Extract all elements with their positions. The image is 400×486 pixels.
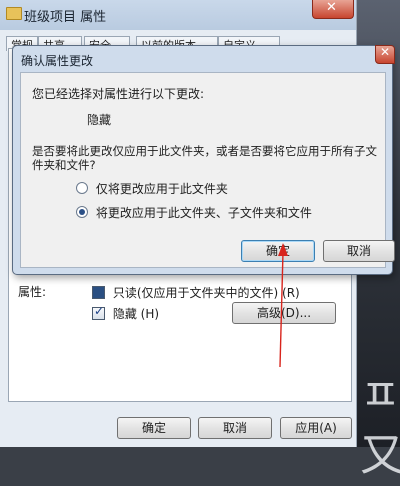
option-all-subfolders[interactable]: 将更改应用于此文件夹、子文件夹和文件	[76, 204, 312, 221]
dialog-close-button[interactable]: ✕	[375, 45, 395, 64]
background-glyph: ㅍ又	[360, 370, 400, 481]
hidden-label: 隐藏	[112, 307, 137, 321]
annotation-arrow-head	[278, 243, 288, 256]
apply-button[interactable]: 应用(A)	[280, 417, 352, 439]
confirm-attribute-dialog: 确认属性更改 ✕ 您已经选择对属性进行以下更改: 隐藏 是否要将此更改仅应用于此…	[12, 45, 395, 275]
dialog-intro: 您已经选择对属性进行以下更改:	[32, 87, 205, 101]
readonly-checkbox-row[interactable]: 只读(仅应用于文件夹中的文件) (R)	[92, 284, 300, 301]
hidden-shortcut: (H)	[140, 307, 160, 321]
close-icon: ✕	[326, 0, 337, 15]
hidden-checkbox[interactable]	[92, 304, 105, 320]
cancel-button[interactable]: 取消	[198, 417, 272, 439]
annotation-arrow	[278, 243, 288, 368]
annotation-arrow-shaft	[279, 251, 284, 368]
window-title: 班级项目 属性	[24, 10, 107, 25]
radio-this-folder[interactable]	[76, 182, 88, 194]
ok-button[interactable]: 确定	[117, 417, 191, 439]
radio-all-subfolders[interactable]	[76, 206, 88, 218]
dialog-title: 确认属性更改	[21, 54, 94, 68]
dialog-question-line2: 件夹和文件?	[32, 158, 96, 172]
attributes-label: 属性:	[18, 285, 47, 299]
dialog-change-item: 隐藏	[87, 113, 112, 127]
dialog-cancel-button[interactable]: 取消	[323, 240, 395, 262]
close-icon: ✕	[380, 45, 391, 59]
window-title-bar[interactable]: 班级项目 属性	[0, 0, 356, 30]
window-close-button[interactable]: ✕	[312, 0, 354, 19]
readonly-checkbox[interactable]	[92, 286, 105, 299]
hidden-checkbox-row[interactable]: 隐藏 (H)	[92, 304, 160, 322]
option-all-subfolders-label: 将更改应用于此文件夹、子文件夹和文件	[95, 206, 312, 220]
folder-icon	[6, 7, 22, 20]
option-this-folder-label: 仅将更改应用于此文件夹	[95, 182, 228, 196]
dialog-body: 您已经选择对属性进行以下更改: 隐藏 是否要将此更改仅应用于此文件夹，或者是否要…	[20, 72, 386, 268]
readonly-label: 只读(仅应用于文件夹中的文件)	[112, 286, 279, 300]
option-this-folder[interactable]: 仅将更改应用于此文件夹	[76, 180, 228, 197]
